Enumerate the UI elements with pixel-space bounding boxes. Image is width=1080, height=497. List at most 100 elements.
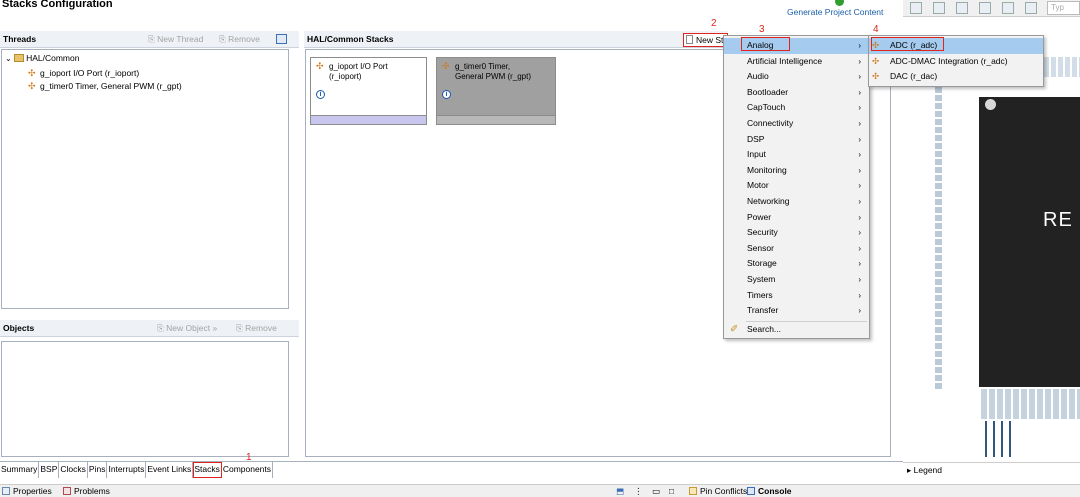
properties-view-tab[interactable]: Properties — [2, 486, 52, 496]
menu-item-bootloader[interactable]: Bootloader › — [724, 85, 869, 101]
menu-label: Timers — [747, 289, 773, 300]
new-stack-button[interactable]: New St — [683, 33, 728, 47]
info-icon[interactable]: i — [442, 90, 451, 99]
properties-icon — [2, 487, 10, 495]
stack-card-ioport[interactable]: ✣ g_ioport I/O Port (r_ioport) i — [310, 57, 427, 125]
view-toolbar-icon[interactable]: ⬒ — [616, 486, 624, 497]
objects-header: Objects ⎘ New Object » ⎘ Remove — [0, 320, 299, 337]
remove-thread-button[interactable]: ⎘ Remove — [219, 31, 260, 48]
submenu-arrow-icon: › — [858, 181, 861, 191]
zoom-out-icon[interactable] — [979, 2, 991, 14]
menu-item-dsp[interactable]: DSP › — [724, 132, 869, 148]
submenu-arrow-icon: › — [858, 41, 861, 50]
tab-pins[interactable]: Pins — [88, 462, 108, 478]
menu-item-input[interactable]: Input › — [724, 147, 869, 163]
submenu-arrow-icon: › — [858, 290, 861, 300]
menu-item-system[interactable]: System › — [724, 272, 869, 288]
tab-clocks[interactable]: Clocks — [59, 462, 88, 478]
page-icon[interactable] — [1002, 2, 1014, 14]
problems-view-tab[interactable]: Problems — [63, 486, 110, 496]
new-thread-button[interactable]: ⎘ New Thread — [148, 31, 203, 48]
menu-item-storage[interactable]: Storage › — [724, 256, 869, 272]
submenu-item-adc-dmac[interactable]: ✣ ADC-DMAC Integration (r_adc) — [869, 54, 1043, 70]
tab-components[interactable]: Components — [222, 462, 274, 478]
type-filter-input[interactable]: Typ — [1047, 1, 1080, 15]
annotation-box-analog — [741, 37, 790, 51]
pin-view-toolbar: Typ — [903, 0, 1080, 17]
new-thread-label: New Thread — [157, 34, 204, 44]
tree-label: g_timer0 Timer, General PWM (r_gpt) — [40, 81, 182, 91]
view-menu-icon[interactable]: ⋮ — [634, 486, 643, 497]
submenu-arrow-icon: › — [858, 72, 861, 82]
tree-item-ioport[interactable]: ✣ g_ioport I/O Port (r_ioport) — [28, 68, 139, 78]
pin-conflicts-icon — [689, 487, 697, 495]
tab-bsp[interactable]: BSP — [39, 462, 60, 478]
console-view-tab[interactable]: Console — [747, 486, 792, 496]
legend-expand-icon[interactable]: ▸ — [907, 465, 914, 475]
menu-item-motor[interactable]: Motor › — [724, 178, 869, 194]
zoom-in-icon[interactable] — [956, 2, 968, 14]
expand-chevron-icon[interactable]: ⌄ — [5, 54, 12, 63]
stacks-header: HAL/Common Stacks — [304, 31, 728, 48]
legend-bar[interactable]: ▸ Legend — [903, 462, 1080, 478]
remove-object-button[interactable]: ⎘ Remove — [236, 320, 277, 337]
page-icon-2[interactable] — [1025, 2, 1037, 14]
console-label: Console — [758, 486, 792, 496]
stacks-title: HAL/Common Stacks — [307, 34, 394, 44]
annotation-4: 4 — [873, 24, 879, 35]
new-object-button[interactable]: ⎘ New Object » — [157, 320, 217, 337]
submenu-item-dac[interactable]: ✣ DAC (r_dac) — [869, 69, 1043, 85]
new-object-label: New Object » — [166, 323, 218, 333]
menu-item-connectivity[interactable]: Connectivity › — [724, 116, 869, 132]
generate-project-content-link[interactable]: Generate Project Content — [787, 7, 883, 17]
menu-item-sensor[interactable]: Sensor › — [724, 241, 869, 257]
tab-interrupts[interactable]: Interrupts — [107, 462, 147, 478]
new-stack-menu: Analog › Artificial Intelligence › Audio › … — [723, 35, 870, 339]
menu-item-power[interactable]: Power › — [724, 210, 869, 226]
menu-item-ai[interactable]: Artificial Intelligence › — [724, 54, 869, 70]
card-bar — [311, 115, 426, 124]
generate-icon[interactable] — [835, 0, 844, 6]
menu-item-security[interactable]: Security › — [724, 225, 869, 241]
legend-label: Legend — [913, 465, 943, 475]
editor-tabs: Summary BSP Clocks Pins Interrupts Event Link… — [0, 462, 274, 478]
stack-card-timer0[interactable]: ✣ g_timer0 Timer, General PWM (r_gpt) i — [436, 57, 556, 125]
collapse-icon[interactable] — [276, 34, 287, 44]
tab-event-links[interactable]: Event Links — [146, 462, 194, 478]
menu-label: Artificial Intelligence — [747, 55, 823, 66]
tree-item-hal-common[interactable]: ⌄ HAL/Common — [5, 53, 79, 63]
info-icon[interactable]: i — [316, 90, 325, 99]
menu-item-search[interactable]: ✐ Search... — [724, 322, 869, 338]
menu-item-networking[interactable]: Networking › — [724, 194, 869, 210]
submenu-arrow-icon: › — [858, 134, 861, 144]
submenu-arrow-icon: › — [858, 275, 861, 284]
problems-icon — [63, 487, 71, 495]
submenu-arrow-icon: › — [858, 103, 861, 113]
menu-label: Sensor — [747, 242, 774, 253]
threads-header: Threads ⎘ New Thread ⎘ Remove — [0, 31, 299, 48]
maximize-icon[interactable]: □ — [669, 486, 674, 496]
save-icon[interactable] — [910, 2, 922, 14]
tab-summary[interactable]: Summary — [0, 462, 40, 478]
chart-icon[interactable] — [933, 2, 945, 14]
menu-item-audio[interactable]: Audio › — [724, 69, 869, 85]
module-icon: ✣ — [442, 61, 450, 71]
tab-stacks[interactable]: Stacks — [193, 462, 222, 478]
pin-conflicts-view-tab[interactable]: Pin Conflicts — [689, 486, 747, 496]
new-stack-label: New St — [696, 35, 724, 45]
submenu-arrow-icon: › — [858, 87, 861, 97]
menu-item-monitoring[interactable]: Monitoring › — [724, 163, 869, 179]
bottom-pins — [981, 389, 1080, 419]
submenu-arrow-icon: › — [858, 228, 861, 238]
menu-item-captouch[interactable]: CapTouch › — [724, 100, 869, 116]
menu-item-transfer[interactable]: Transfer › — [724, 303, 869, 319]
left-pins — [935, 79, 942, 389]
menu-label: Security — [747, 227, 778, 238]
card-label: g_ioport I/O Port (r_ioport) — [329, 62, 388, 81]
menu-label: CapTouch — [747, 102, 786, 113]
chip-logo: RE — [1043, 209, 1073, 231]
menu-item-timers[interactable]: Timers › — [724, 288, 869, 304]
minimize-icon[interactable]: ▭ — [652, 486, 660, 497]
menu-label: System — [747, 274, 776, 284]
tree-item-timer0[interactable]: ✣ g_timer0 Timer, General PWM (r_gpt) — [28, 81, 182, 91]
